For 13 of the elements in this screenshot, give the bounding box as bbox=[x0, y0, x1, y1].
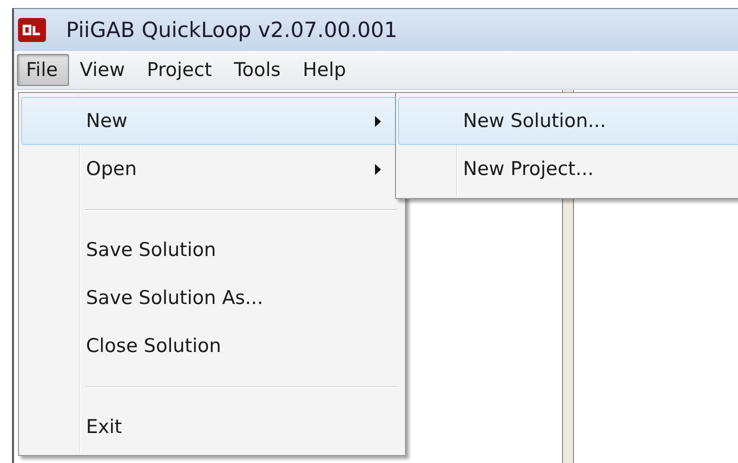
menu-item[interactable]: New Project... bbox=[398, 145, 738, 193]
menu-item[interactable]: Close Solution bbox=[21, 322, 403, 370]
menu-bar-item[interactable]: Tools bbox=[224, 54, 292, 86]
app-logo-icon bbox=[18, 18, 46, 42]
menu-bar-item[interactable]: Project bbox=[138, 54, 223, 86]
menu-bar-item[interactable]: View bbox=[70, 54, 136, 86]
menu-item[interactable]: Save Solution As... bbox=[21, 274, 403, 322]
window-title: PiiGAB QuickLoop v2.07.00.001 bbox=[66, 18, 398, 42]
menu-bar-item[interactable]: Help bbox=[294, 54, 358, 86]
menu-item[interactable]: Save Solution bbox=[21, 226, 403, 274]
menu-bar-item[interactable]: File bbox=[17, 54, 69, 86]
menu-item[interactable]: Exit bbox=[21, 403, 403, 451]
menu-item[interactable]: New Solution... bbox=[398, 97, 738, 145]
